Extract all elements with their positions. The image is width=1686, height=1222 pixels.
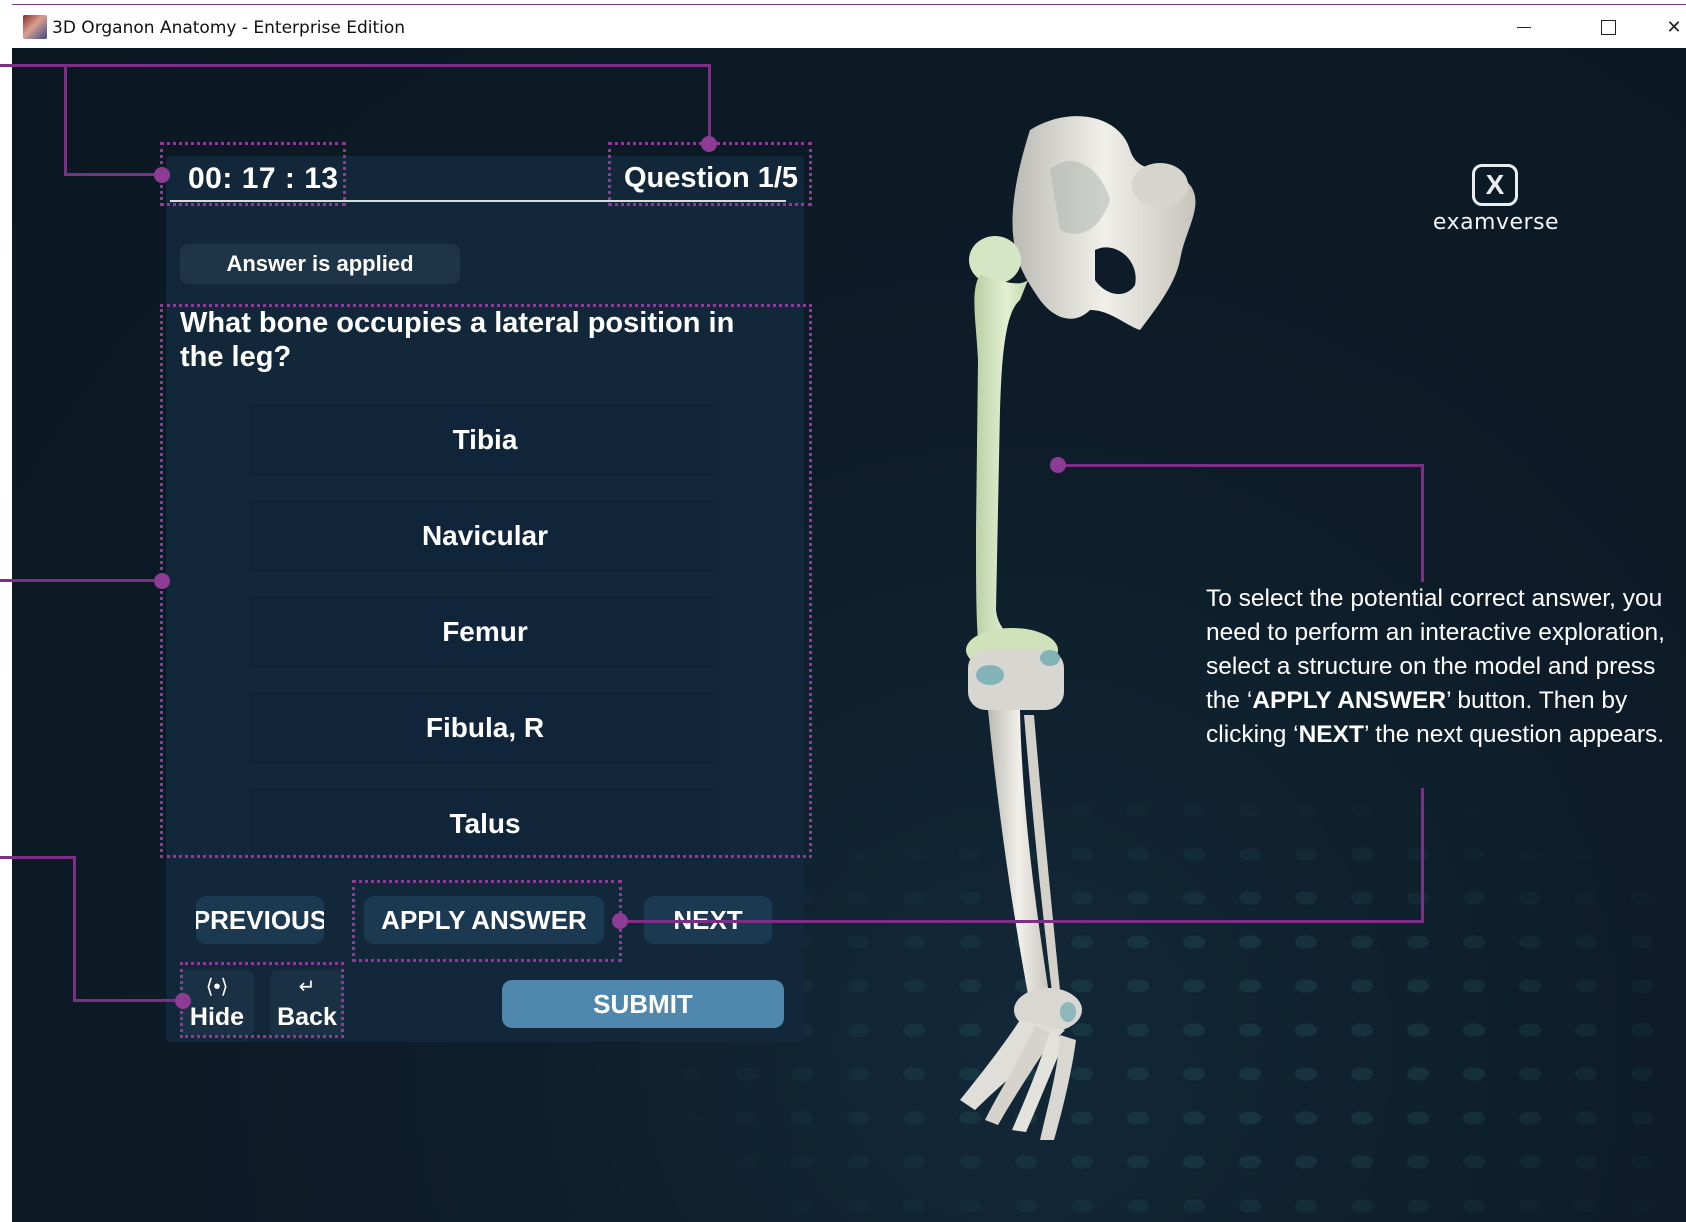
help-text: To select the potential correct answer, … bbox=[1206, 585, 1665, 748]
minimize-icon bbox=[1517, 26, 1531, 28]
callout-dot bbox=[154, 167, 170, 183]
callout-dot bbox=[701, 136, 717, 152]
callout-line bbox=[1421, 464, 1424, 582]
maximize-button[interactable] bbox=[1578, 7, 1638, 47]
tools-callout-box bbox=[180, 962, 344, 1038]
callout-line bbox=[622, 920, 1424, 923]
callout-line bbox=[1421, 788, 1424, 923]
callout-line bbox=[0, 856, 76, 859]
callout-line bbox=[64, 64, 67, 176]
timer-callout-box bbox=[160, 142, 346, 206]
callout-dot bbox=[175, 993, 191, 1009]
app-icon bbox=[23, 15, 47, 39]
window-title: 3D Organon Anatomy - Enterprise Edition bbox=[52, 18, 406, 38]
examverse-logo-icon: X bbox=[1472, 164, 1518, 206]
maximize-icon bbox=[1600, 19, 1616, 35]
close-button[interactable]: ✕ bbox=[1644, 7, 1686, 47]
callout-line bbox=[73, 856, 76, 1002]
hip-bone[interactable] bbox=[1012, 116, 1196, 330]
callout-dot bbox=[612, 913, 628, 929]
submit-button[interactable]: SUBMIT bbox=[502, 980, 784, 1028]
examverse-logo-text: examverse bbox=[1432, 210, 1560, 235]
question-callout-box bbox=[160, 304, 812, 858]
callout-line bbox=[73, 999, 183, 1002]
callout-dot bbox=[1050, 457, 1066, 473]
callout-line bbox=[708, 64, 711, 144]
callout-line bbox=[0, 64, 710, 67]
close-icon: ✕ bbox=[1666, 16, 1682, 38]
previous-button[interactable]: PREVIOUS bbox=[196, 896, 324, 944]
status-badge: Answer is applied bbox=[180, 244, 460, 284]
callout-line bbox=[64, 173, 162, 176]
window-left-edge bbox=[0, 48, 12, 1222]
minimize-button[interactable] bbox=[1494, 7, 1554, 47]
callout-line bbox=[1058, 464, 1424, 467]
window-titlebar: 3D Organon Anatomy - Enterprise Edition … bbox=[12, 4, 1686, 48]
callout-dot bbox=[154, 573, 170, 589]
apply-callout-box bbox=[352, 880, 622, 962]
foot-bones[interactable] bbox=[960, 988, 1082, 1140]
callout-line bbox=[0, 579, 162, 582]
knee-joint[interactable] bbox=[968, 650, 1064, 710]
